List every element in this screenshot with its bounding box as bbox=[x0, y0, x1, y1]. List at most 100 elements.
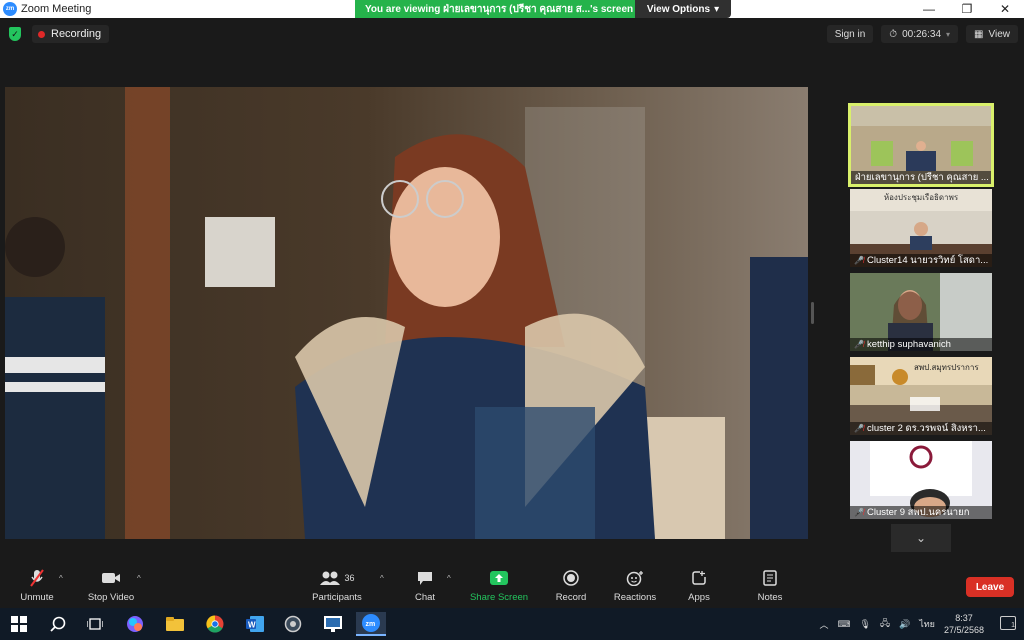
video-options-caret[interactable]: ^ bbox=[137, 574, 141, 583]
participant-name: Cluster 9 สพป.นครนายก bbox=[866, 507, 970, 518]
view-label: View bbox=[988, 28, 1011, 40]
participant-label: 🎤̸ cluster 2 ดร.วรพจน์ สิงหรา... bbox=[850, 422, 992, 435]
participants-count: 36 bbox=[344, 573, 355, 583]
agency-sign-text: สพป.สมุทรปราการ bbox=[914, 363, 979, 372]
viewing-screen-text: You are viewing ฝ่ายเลขานุการ (ปรีชา คุณ… bbox=[355, 0, 635, 18]
record-button[interactable]: Record bbox=[536, 568, 606, 603]
window-controls: — ❐ ✕ bbox=[910, 0, 1024, 18]
participant-label: 🎤̸ Cluster 9 สพป.นครนายก bbox=[850, 506, 992, 519]
audio-options-caret[interactable]: ^ bbox=[59, 574, 63, 583]
participant-thumb-2[interactable]: ห้องประชุมเรือธิดาพร 🎤̸ Cluster14 นายวรว… bbox=[850, 189, 992, 267]
windows-start-icon[interactable] bbox=[4, 612, 34, 636]
participant-name: Cluster14 นายวรวิทย์ โสดา... bbox=[866, 255, 989, 266]
windows-taskbar: W zm ︿ ⌨ 🎙 🖧 🔊 ไทย 8:37 27/5/2568 1 bbox=[0, 608, 1024, 640]
stop-video-label: Stop Video bbox=[87, 592, 135, 603]
sign-in-label: Sign in bbox=[834, 28, 866, 40]
participants-button[interactable]: 36 Participants bbox=[302, 568, 372, 603]
participant-thumb-4[interactable]: สพป.สมุทรปราการ 🎤̸ cluster 2 ดร.วรพจน์ ส… bbox=[850, 357, 992, 435]
taskbar-clock[interactable]: 8:37 27/5/2568 bbox=[944, 612, 984, 636]
sign-in-button[interactable]: Sign in bbox=[826, 25, 874, 43]
clock-icon: ⏱ bbox=[889, 28, 898, 40]
participant-thumb-5[interactable]: 🎤̸ Cluster 9 สพป.นครนายก bbox=[850, 441, 992, 519]
microphone-icon[interactable]: 🎙 bbox=[860, 619, 871, 630]
topbar-right: Sign in ⏱ 00:26:34 ▾ ▦ View bbox=[826, 25, 1018, 43]
record-icon bbox=[563, 568, 579, 588]
notes-label: Notes bbox=[757, 592, 783, 603]
meeting-topbar: ✓ Recording Sign in ⏱ 00:26:34 ▾ ▦ View bbox=[0, 18, 1024, 50]
notes-button[interactable]: Notes bbox=[735, 568, 805, 603]
network-icon[interactable]: 🖧 bbox=[880, 616, 890, 632]
mic-muted-icon bbox=[29, 568, 45, 588]
grid-view-icon: ▦ bbox=[974, 28, 984, 40]
file-explorer-icon[interactable] bbox=[160, 612, 190, 636]
apps-button[interactable]: Apps bbox=[664, 568, 734, 603]
apps-label: Apps bbox=[688, 592, 710, 603]
copilot-icon[interactable] bbox=[120, 612, 150, 636]
system-tray: ︿ ⌨ 🎙 🖧 🔊 ไทย 8:37 27/5/2568 bbox=[820, 608, 985, 640]
close-button[interactable]: ✕ bbox=[986, 0, 1024, 18]
task-view-icon[interactable] bbox=[80, 612, 110, 636]
search-icon[interactable] bbox=[43, 612, 73, 636]
participant-thumb-1[interactable]: ฝ่ายเลขานุการ (ปรีชา คุณสาย ... bbox=[848, 103, 994, 187]
leave-button[interactable]: Leave bbox=[966, 577, 1014, 597]
chat-bubble-icon bbox=[417, 568, 433, 588]
participant-name: ฝ่ายเลขานุการ (ปรีชา คุณสาย ... bbox=[855, 172, 989, 183]
notification-center-icon[interactable]: 1 bbox=[1000, 616, 1016, 630]
mic-muted-icon: 🎤̸ bbox=[854, 256, 864, 265]
video-camera-icon bbox=[101, 568, 121, 588]
meeting-timer[interactable]: ⏱ 00:26:34 ▾ bbox=[881, 25, 959, 43]
room-sign-text: ห้องประชุมเรือธิดาพร bbox=[883, 193, 959, 202]
shared-video-stage[interactable] bbox=[5, 87, 808, 539]
participant-thumb-3[interactable]: 🎤̸ ketthip suphavanich bbox=[850, 273, 992, 351]
mic-muted-icon: 🎤̸ bbox=[854, 340, 864, 349]
presentation-app-icon[interactable] bbox=[318, 612, 348, 636]
participant-label: ฝ่ายเลขานุการ (ปรีชา คุณสาย ... bbox=[851, 171, 991, 184]
chevron-down-icon: ▾ bbox=[714, 3, 720, 15]
chrome-icon[interactable] bbox=[200, 612, 230, 636]
share-screen-button[interactable]: Share Screen bbox=[464, 568, 534, 603]
chevron-up-icon[interactable]: ︿ bbox=[820, 618, 829, 631]
clock-time: 8:37 bbox=[955, 613, 973, 623]
share-screen-icon bbox=[490, 568, 508, 588]
participant-name: ketthip suphavanich bbox=[866, 339, 951, 350]
view-button[interactable]: ▦ View bbox=[966, 25, 1018, 43]
participants-label: Participants bbox=[312, 592, 362, 603]
mic-muted-icon: 🎤̸ bbox=[854, 508, 864, 517]
record-label: Record bbox=[555, 592, 587, 603]
participants-icon: 36 bbox=[319, 568, 355, 588]
window-title: Zoom Meeting bbox=[21, 3, 92, 15]
input-language[interactable]: ไทย bbox=[919, 617, 935, 631]
maximize-button[interactable]: ❐ bbox=[948, 0, 986, 18]
webcam-app-icon[interactable] bbox=[278, 612, 308, 636]
svg-text:W: W bbox=[248, 621, 256, 630]
smiley-plus-icon bbox=[626, 568, 644, 588]
apps-icon bbox=[691, 568, 707, 588]
chat-options-caret[interactable]: ^ bbox=[447, 574, 451, 583]
recording-label: Recording bbox=[51, 28, 102, 40]
meeting-toolbar: Unmute ^ Stop Video ^ 36 Participants ^ … bbox=[0, 560, 1024, 608]
chevron-down-icon: ▾ bbox=[946, 29, 951, 39]
chevron-down-icon: ⌄ bbox=[915, 531, 927, 545]
panel-resize-handle[interactable] bbox=[811, 302, 814, 324]
scroll-thumbnails-down-button[interactable]: ⌄ bbox=[891, 524, 951, 552]
notification-count: 1 bbox=[1011, 622, 1015, 629]
shield-check-icon[interactable]: ✓ bbox=[9, 27, 21, 41]
participant-label: 🎤̸ ketthip suphavanich bbox=[850, 338, 992, 351]
view-options-button[interactable]: View Options ▾ bbox=[635, 0, 731, 18]
zoom-taskbar-icon[interactable]: zm bbox=[356, 612, 386, 636]
participant-name: cluster 2 ดร.วรพจน์ สิงหรา... bbox=[866, 423, 986, 434]
notes-icon bbox=[763, 568, 777, 588]
timer-value: 00:26:34 bbox=[902, 28, 942, 40]
stop-video-button[interactable]: Stop Video bbox=[76, 568, 146, 603]
share-screen-label: Share Screen bbox=[469, 592, 529, 603]
minimize-button[interactable]: — bbox=[910, 0, 948, 18]
recording-indicator[interactable]: Recording bbox=[32, 25, 110, 43]
clock-date: 27/5/2568 bbox=[943, 625, 984, 635]
reactions-button[interactable]: Reactions bbox=[600, 568, 670, 603]
chat-label: Chat bbox=[414, 592, 436, 603]
meet-now-icon[interactable]: ⌨ bbox=[838, 619, 851, 630]
volume-icon[interactable]: 🔊 bbox=[899, 619, 910, 630]
participants-options-caret[interactable]: ^ bbox=[380, 574, 384, 583]
view-options-label: View Options bbox=[646, 3, 711, 15]
word-icon[interactable]: W bbox=[240, 612, 270, 636]
